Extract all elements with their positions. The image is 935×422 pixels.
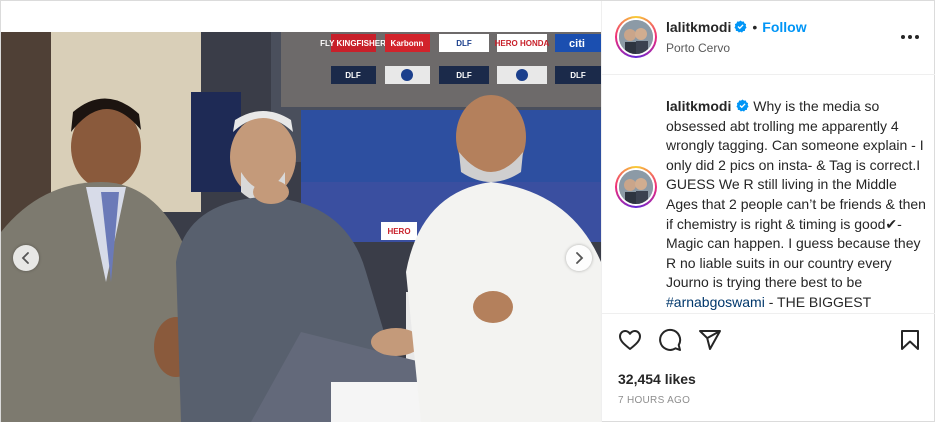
chevron-right-icon [576, 252, 584, 264]
post-timestamp[interactable]: 7 HOURS AGO [618, 395, 690, 406]
heart-icon[interactable] [618, 328, 642, 352]
instagram-post: FLY KINGFISHER Karbonn DLF HERO HONDA ci… [0, 0, 935, 422]
banner-text-6: DLF [345, 71, 361, 80]
avatar[interactable] [615, 16, 657, 58]
banner-text-2: Karbonn [391, 39, 424, 48]
verified-badge-icon [736, 99, 749, 112]
banner-text-4: HERO HONDA [495, 39, 550, 48]
caption-text: lalitkmodi Why is the media so obsessed … [666, 97, 928, 313]
post-photo: FLY KINGFISHER Karbonn DLF HERO HONDA ci… [1, 32, 601, 422]
banner-text-1: FLY KINGFISHER [320, 39, 386, 48]
post-header: lalitkmodi • Follow Porto Cervo [602, 1, 935, 75]
follow-button[interactable]: Follow [762, 19, 806, 35]
post-caption: lalitkmodi Why is the media so obsessed … [602, 75, 935, 313]
chevron-left-icon [21, 252, 29, 264]
comment-icon[interactable] [658, 328, 682, 352]
caption-avatar[interactable] [615, 166, 657, 208]
more-options-button[interactable] [899, 27, 921, 47]
header-username[interactable]: lalitkmodi [666, 19, 731, 35]
separator-dot: • [752, 19, 758, 35]
hashtag-link[interactable]: #arnabgoswami [666, 294, 765, 310]
caption-username[interactable]: lalitkmodi [666, 98, 731, 114]
next-slide-button[interactable] [566, 245, 592, 271]
banner-text-9: HERO [387, 227, 410, 236]
banner-text-3: DLF [456, 39, 472, 48]
avatar-image [619, 170, 653, 204]
paper-plane-icon[interactable] [698, 328, 722, 352]
bookmark-icon[interactable] [898, 328, 922, 352]
more-options-icon [901, 35, 905, 39]
header-user-line: lalitkmodi • Follow [666, 19, 807, 35]
avatar-image [619, 20, 653, 54]
caption-body: Why is the media so obsessed abt trollin… [666, 98, 926, 291]
banner-text-8: DLF [570, 71, 586, 80]
post-side-panel: lalitkmodi • Follow Porto Cervo lalitkmo… [601, 1, 935, 422]
banner-text-5: citi [569, 38, 585, 50]
likes-count[interactable]: 32,454 likes [618, 371, 696, 387]
post-location[interactable]: Porto Cervo [666, 41, 730, 55]
previous-slide-button[interactable] [13, 245, 39, 271]
banner-text-7: DLF [456, 71, 472, 80]
post-media[interactable]: FLY KINGFISHER Karbonn DLF HERO HONDA ci… [1, 32, 601, 422]
verified-badge-icon [734, 20, 747, 33]
post-actions: 32,454 likes 7 HOURS AGO [602, 313, 935, 422]
